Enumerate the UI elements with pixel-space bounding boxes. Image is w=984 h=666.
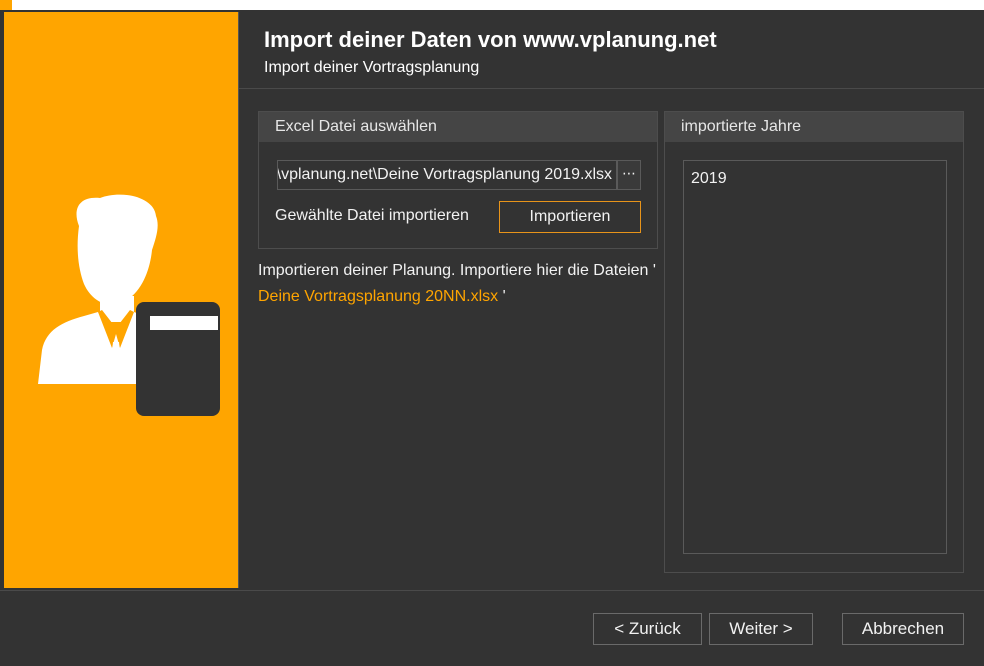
info-text-suffix: ': [502, 288, 506, 305]
info-file-name: Deine Vortragsplanung 20NN.xlsx: [258, 288, 499, 305]
footer-divider: [0, 590, 984, 591]
header-divider: [239, 88, 984, 89]
imported-years-list[interactable]: 2019: [683, 160, 947, 554]
import-button[interactable]: Importieren: [499, 201, 641, 233]
file-path-input[interactable]: \vplanung.net\Deine Vortragsplanung 2019…: [277, 160, 617, 190]
wizard-banner: [4, 12, 239, 588]
list-item[interactable]: 2019: [684, 161, 946, 188]
import-wizard-window: Import deiner Daten von www.vplanung.net…: [0, 10, 984, 666]
back-button[interactable]: < Zurück: [593, 613, 702, 645]
file-path-value: \vplanung.net\Deine Vortragsplanung 2019…: [277, 166, 612, 183]
user-with-book-icon: [38, 194, 220, 416]
window-frame-top: [0, 0, 984, 10]
years-group-title: importierte Jahre: [665, 112, 963, 142]
page-title: Import deiner Daten von www.vplanung.net: [264, 27, 717, 52]
next-button[interactable]: Weiter >: [709, 613, 813, 645]
imported-years-group: importierte Jahre 2019: [664, 111, 964, 573]
info-text-main: Importieren deiner Planung. Importiere h…: [258, 262, 656, 279]
cancel-button[interactable]: Abbrechen: [842, 613, 964, 645]
excel-group-title: Excel Datei auswählen: [259, 112, 657, 142]
page-subtitle: Import deiner Vortragsplanung: [264, 59, 480, 76]
excel-file-group: Excel Datei auswählen \vplanung.net\Dein…: [258, 111, 658, 249]
import-info-text: Importieren deiner Planung. Importiere h…: [258, 258, 658, 310]
browse-button[interactable]: ⋯: [617, 160, 641, 190]
import-selected-label: Gewählte Datei importieren: [275, 207, 469, 224]
